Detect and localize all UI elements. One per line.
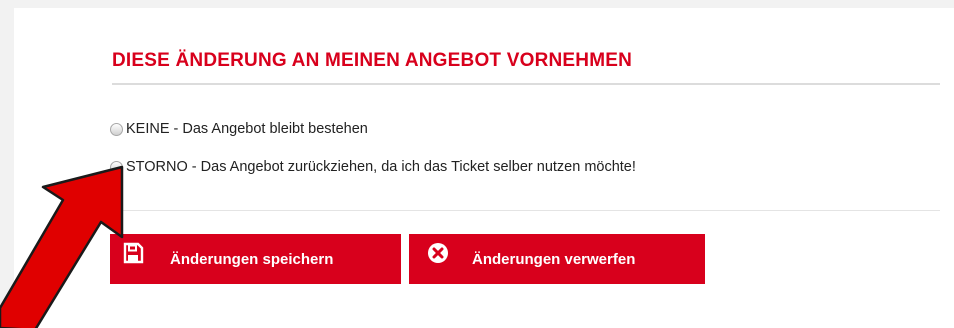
discard-changes-label: Änderungen verwerfen [472, 251, 636, 268]
radio-keine[interactable] [110, 122, 123, 136]
save-icon [123, 242, 144, 264]
times-circle-icon [428, 243, 448, 263]
section-title: DIESE ÄNDERUNG AN MEINEN ANGEBOT VORNEHM… [112, 50, 633, 71]
save-changes-button[interactable]: Änderungen speichern [110, 234, 401, 284]
options-divider [112, 210, 940, 211]
save-changes-label: Änderungen speichern [170, 251, 334, 268]
radio-storno[interactable] [110, 160, 123, 174]
option-keine-label[interactable]: KEINE - Das Angebot bleibt bestehen [126, 121, 368, 137]
option-storno-label[interactable]: STORNO - Das Angebot zurückziehen, da ic… [126, 159, 636, 175]
option-storno[interactable]: STORNO - Das Angebot zurückziehen, da ic… [110, 159, 636, 175]
option-keine[interactable]: KEINE - Das Angebot bleibt bestehen [110, 121, 368, 137]
title-divider [112, 83, 940, 85]
discard-changes-button[interactable]: Änderungen verwerfen [409, 234, 705, 284]
